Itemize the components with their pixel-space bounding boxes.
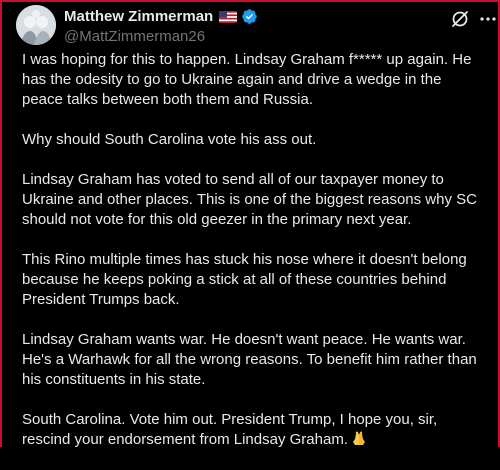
- tweet-paragraph: This Rino multiple times has stuck his n…: [22, 251, 467, 308]
- author-names: Matthew Zimmerman @MattZimmerman26: [64, 6, 258, 45]
- user-handle[interactable]: @MattZimmerman26: [64, 28, 258, 45]
- tweet-card: Matthew Zimmerman @MattZimmerman26 I was…: [0, 0, 500, 448]
- tweet-text: I was hoping for this to happen. Lindsay…: [22, 50, 486, 470]
- tweet-paragraph-last: South Carolina. Vote him out. President …: [22, 410, 486, 450]
- grok-icon[interactable]: [450, 9, 470, 29]
- tweet-header: Matthew Zimmerman @MattZimmerman26: [16, 5, 496, 45]
- display-name-row: Matthew Zimmerman: [64, 6, 258, 26]
- display-name[interactable]: Matthew Zimmerman: [64, 8, 213, 25]
- tweet-paragraph: Lindsay Graham wants war. He doesn't wan…: [22, 331, 477, 388]
- tweet-paragraph: I was hoping for this to happen. Lindsay…: [22, 51, 472, 108]
- flag-usa-icon: [219, 10, 238, 23]
- folded-hands-icon: [351, 430, 367, 446]
- avatar[interactable]: [16, 5, 56, 45]
- tweet-paragraph: Lindsay Graham has voted to send all of …: [22, 171, 477, 228]
- verified-badge-icon[interactable]: [241, 8, 258, 25]
- tweet-paragraph-text: South Carolina. Vote him out. President …: [22, 411, 438, 448]
- tweet-paragraph: Why should South Carolina vote his ass o…: [22, 131, 317, 148]
- more-options-icon[interactable]: [478, 9, 498, 29]
- top-border: [2, 0, 500, 2]
